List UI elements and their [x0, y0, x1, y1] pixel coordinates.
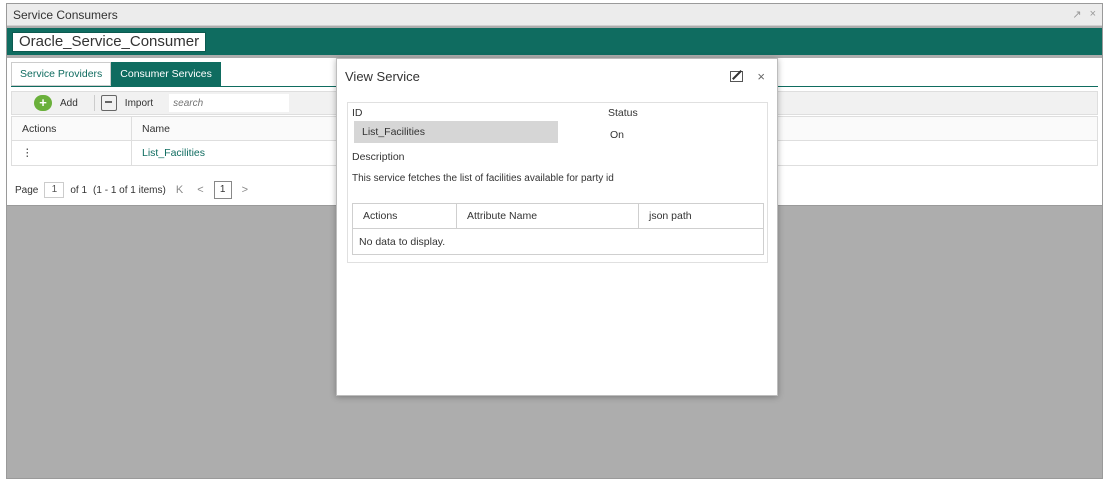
next-page-icon[interactable]: >: [238, 184, 252, 196]
modal-actions: ×: [730, 69, 777, 84]
kebab-icon[interactable]: ⋮: [12, 141, 132, 165]
toolbar-divider: [93, 95, 95, 111]
service-name-link[interactable]: List_Facilities: [142, 147, 205, 159]
expand-icon[interactable]: ↗: [1072, 8, 1081, 21]
col-actions-header: Actions: [12, 117, 132, 140]
window-close-icon[interactable]: ×: [1090, 8, 1096, 21]
page-label: Page: [15, 184, 39, 196]
modal-body: ID List_Facilities Status On Description…: [347, 102, 768, 263]
description-text: This service fetches the list of facilit…: [352, 173, 614, 184]
consumer-header-bar: Oracle_Service_Consumer: [7, 28, 1102, 55]
import-button[interactable]: Import: [100, 95, 163, 111]
edit-icon[interactable]: [730, 70, 744, 82]
attr-col-actions: Actions: [353, 204, 457, 228]
add-label: Add: [60, 97, 78, 109]
status-label: Status: [608, 107, 638, 119]
tab-service-providers[interactable]: Service Providers: [11, 62, 112, 86]
description-label: Description: [352, 151, 405, 163]
attributes-empty-row: No data to display.: [353, 229, 763, 254]
import-label: Import: [124, 97, 154, 109]
window-controls: ↗ ×: [1072, 8, 1102, 21]
tab-bar: Service Providers Consumer Services: [11, 62, 221, 86]
search-input[interactable]: [169, 94, 290, 112]
prev-page-icon[interactable]: <: [193, 184, 207, 196]
import-icon: [100, 95, 117, 111]
modal-header: View Service ×: [337, 59, 777, 93]
add-button[interactable]: + Add: [34, 95, 88, 111]
attributes-header-row: Actions Attribute Name json path: [353, 204, 763, 229]
attr-col-name: Attribute Name: [457, 204, 639, 228]
modal-title: View Service: [345, 68, 420, 84]
status-value: On: [610, 129, 625, 141]
attr-col-json-path: json path: [649, 210, 692, 222]
id-label: ID: [352, 107, 363, 119]
add-icon: +: [34, 95, 52, 111]
view-service-modal: View Service × ID List_Facilities Status…: [336, 58, 778, 396]
tab-consumer-services[interactable]: Consumer Services: [111, 62, 221, 86]
consumer-name-label: Oracle_Service_Consumer: [12, 32, 207, 52]
items-count: (1 - 1 of 1 items): [93, 184, 166, 196]
page-of-label: of 1: [70, 184, 88, 196]
attributes-table: Actions Attribute Name json path No data…: [352, 203, 764, 255]
first-page-icon[interactable]: K: [172, 184, 187, 196]
pager: Page 1 of 1 (1 - 1 of 1 items) K < 1 >: [15, 181, 252, 199]
window-titlebar: Service Consumers ↗ ×: [7, 4, 1102, 26]
close-icon[interactable]: ×: [757, 69, 765, 84]
current-page-button[interactable]: 1: [213, 181, 232, 199]
page-input[interactable]: 1: [44, 182, 65, 198]
empty-message: No data to display.: [359, 235, 446, 248]
id-field: List_Facilities: [354, 121, 558, 143]
window-title: Service Consumers: [13, 7, 118, 22]
